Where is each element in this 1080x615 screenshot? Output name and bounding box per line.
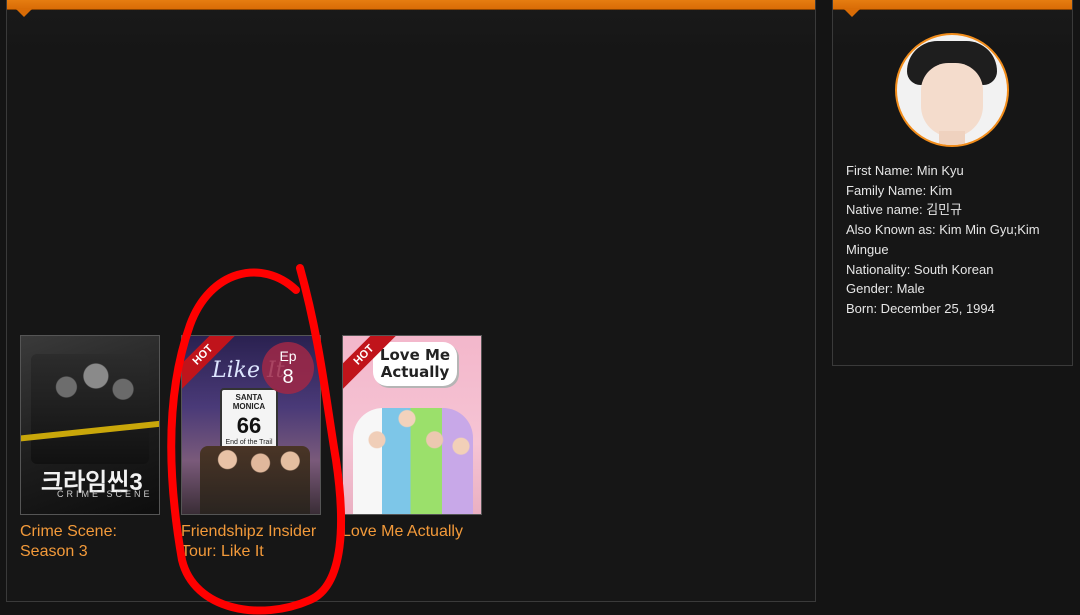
episode-badge: Ep 8 <box>262 342 314 394</box>
profile-info: First Name: Min Kyu Family Name: Kim Nat… <box>846 161 1061 319</box>
show-title-link[interactable]: Love Me Actually <box>342 522 482 542</box>
show-card[interactable]: 크라임씬3 CRIME SCENE Crime Scene: Season 3 <box>20 335 160 561</box>
born: Born: December 25, 1994 <box>846 300 995 316</box>
show-card[interactable]: Love Me Actually HOT Love Me Actually <box>342 335 482 542</box>
header-notch <box>15 8 33 17</box>
show-poster[interactable]: 크라임씬3 CRIME SCENE <box>20 335 160 515</box>
show-title-link[interactable]: Friendshipz Insider Tour: Like It <box>181 522 321 561</box>
gender: Gender: Male <box>846 281 925 297</box>
native-name: Native name: 김민규 <box>846 202 963 218</box>
avatar[interactable] <box>895 33 1009 147</box>
poster-subtitle-text: CRIME SCENE <box>57 489 153 499</box>
show-card[interactable]: Like It SANTA MONICA 66 End of the Trail… <box>181 335 321 561</box>
poster-title-bubble: Love Me Actually <box>373 342 457 386</box>
show-poster[interactable]: Love Me Actually HOT <box>342 335 482 515</box>
profile-panel: First Name: Min Kyu Family Name: Kim Nat… <box>832 0 1073 366</box>
nationality: Nationality: South Korean <box>846 261 994 277</box>
show-poster[interactable]: Like It SANTA MONICA 66 End of the Trail… <box>181 335 321 515</box>
first-name: First Name: Min Kyu <box>846 163 964 178</box>
show-title-link[interactable]: Crime Scene: Season 3 <box>20 522 160 561</box>
panel-header-bar <box>833 0 1072 10</box>
header-notch <box>843 8 861 17</box>
poster-title-text: Love Me Actually <box>379 346 451 381</box>
panel-header-bar <box>7 0 815 10</box>
also-known-as: Also Known as: Kim Min Gyu;Kim Mingue <box>846 222 1040 257</box>
family-name: Family Name: Kim <box>846 182 953 198</box>
